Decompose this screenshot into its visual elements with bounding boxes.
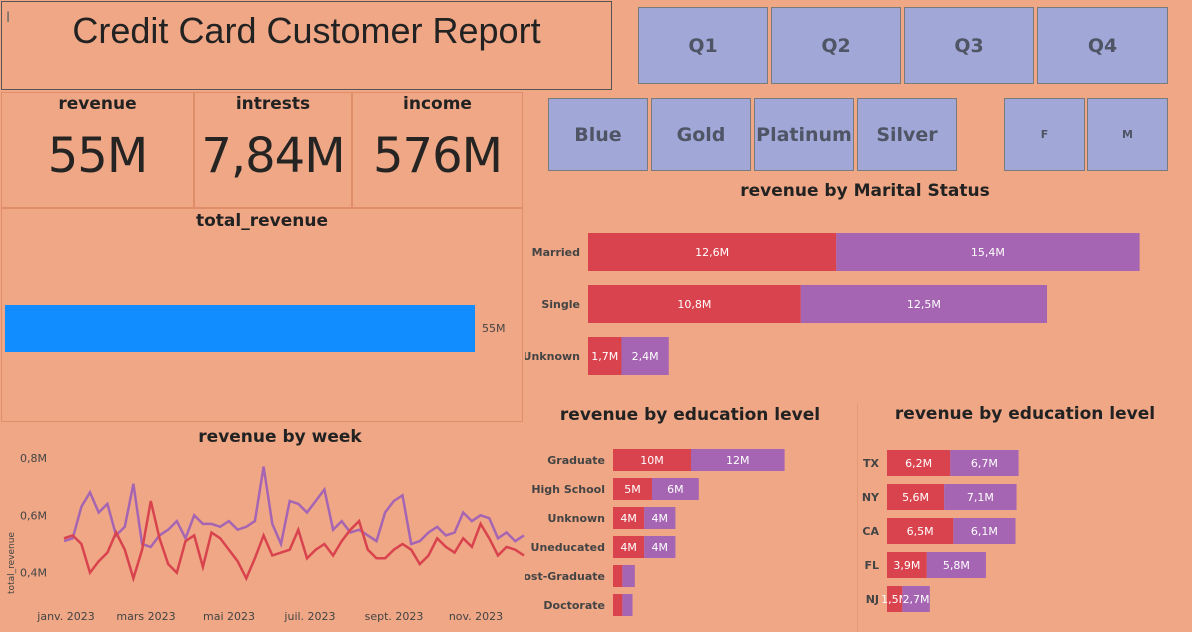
category-label: NY: [862, 491, 880, 504]
bar-data-label: 4M: [652, 512, 669, 525]
state-revenue-chart: TX 6,2M 6,7M NY 5,6M 7,1M CA 6,5M 6,1M FL 3,9M 5,8M…: [862, 450, 1019, 612]
bar-data-label: 5M: [624, 483, 641, 496]
bar-data-label: 6,1M: [971, 525, 998, 538]
bar-data-label: 6,2M: [905, 457, 932, 470]
category-label: CA: [862, 525, 879, 538]
slicer-f-button[interactable]: F: [1004, 98, 1085, 171]
kpi-interests-label: intrests: [235, 94, 311, 114]
slicer-gold-button[interactable]: Gold: [651, 98, 751, 171]
bar-segment-red[interactable]: [613, 594, 623, 616]
category-label: Post-Graduate: [525, 570, 605, 583]
bar-data-label: 10M: [640, 454, 664, 467]
bar-data-label: 6M: [667, 483, 684, 496]
category-label: Unknown: [525, 350, 580, 363]
bar-segment-purple[interactable]: [622, 565, 635, 587]
state-education-level-title: revenue by education level: [894, 404, 1156, 424]
category-label: Graduate: [547, 454, 605, 467]
slicer-m-button[interactable]: M: [1087, 98, 1168, 171]
bar-data-label: 12,6M: [695, 246, 729, 259]
kpi-income-value: 576M: [372, 128, 503, 184]
revenue-by-week-chart: total_revenue 0,8M 0,6M 0,4M janv. 2023 mar…: [7, 452, 525, 623]
bar-data-label: 5,6M: [902, 491, 929, 504]
bar-data-label: 12M: [726, 454, 750, 467]
bar-data-label: 1,7M: [591, 350, 618, 363]
category-label: NJ: [866, 593, 879, 606]
category-label: Uneducated: [531, 541, 605, 554]
x-tick-label: janv. 2023: [36, 610, 94, 623]
bar-data-label: 2,7M: [903, 593, 930, 606]
category-label: FL: [864, 559, 879, 572]
kpi-revenue-label: revenue: [58, 94, 137, 114]
slicer-q1-button[interactable]: Q1: [638, 7, 768, 84]
line-series-purple[interactable]: [63, 466, 525, 549]
bar-data-label: 12,5M: [907, 298, 941, 311]
x-tick-label: mai 2023: [203, 610, 255, 623]
kpi-income-label: income: [403, 94, 472, 114]
education-level-title: revenue by education level: [559, 405, 821, 425]
bar-data-label: 6,5M: [907, 525, 934, 538]
line-series-red[interactable]: [63, 500, 525, 583]
bar-data-label: 10,8M: [677, 298, 711, 311]
slicer-q2-button[interactable]: Q2: [771, 7, 901, 84]
total-revenue-data-label: 55M: [482, 322, 506, 335]
y-tick-label: 0,6M: [20, 509, 47, 522]
slicer-blue-button[interactable]: Blue: [548, 98, 648, 171]
bar-data-label: 5,8M: [943, 559, 970, 572]
bar-data-label: 4M: [620, 512, 637, 525]
slicer-platinum-button[interactable]: Platinum: [754, 98, 854, 171]
slicer-q3-button[interactable]: Q3: [904, 7, 1034, 84]
total-revenue-chart: 55M: [5, 305, 506, 352]
bar-data-label: 7,1M: [967, 491, 994, 504]
category-label: Unknown: [548, 512, 605, 525]
bar-segment-red[interactable]: [613, 565, 623, 587]
kpi-revenue-card: revenue 55M: [1, 92, 194, 208]
bar-data-label: 6,7M: [971, 457, 998, 470]
x-tick-label: nov. 2023: [449, 610, 503, 623]
report-title: Credit Card Customer Report: [1, 1, 612, 90]
kpi-revenue-value: 55M: [47, 128, 149, 184]
total-revenue-bar[interactable]: [5, 305, 475, 352]
education-level-chart: Graduate 10M 12M High School 5M 6M Unknown 4M 4M…: [525, 449, 785, 616]
category-label: Single: [541, 298, 580, 311]
x-tick-label: mars 2023: [116, 610, 175, 623]
category-label: TX: [863, 457, 880, 470]
bar-data-label: 15,4M: [971, 246, 1005, 259]
week-y-axis-title: total_revenue: [7, 532, 17, 594]
x-tick-label: juil. 2023: [283, 610, 335, 623]
bar-data-label: 4M: [620, 541, 637, 554]
bar-data-label: 4M: [652, 541, 669, 554]
marital-status-chart: Married 12,6M 15,4M Single 10,8M 12,5M Unknown…: [525, 233, 1140, 375]
category-label: Doctorate: [543, 599, 605, 612]
x-tick-label: sept. 2023: [365, 610, 424, 623]
report-title-text: Credit Card Customer Report: [72, 10, 541, 51]
bar-segment-purple[interactable]: [622, 594, 633, 616]
bar-data-label: 3,9M: [893, 559, 920, 572]
y-tick-label: 0,8M: [20, 452, 47, 465]
y-tick-label: 0,4M: [20, 567, 47, 580]
slicer-q4-button[interactable]: Q4: [1037, 7, 1168, 84]
marital-status-title: revenue by Marital Status: [740, 181, 990, 201]
kpi-interests-card: intrests 7,84M: [194, 92, 352, 208]
bar-data-label: 2,4M: [632, 350, 659, 363]
slicer-silver-button[interactable]: Silver: [857, 98, 957, 171]
total-revenue-title: total_revenue: [196, 211, 328, 231]
kpi-income-card: income 576M: [352, 92, 523, 208]
category-label: High School: [531, 483, 605, 496]
kpi-interests-value: 7,84M: [201, 128, 345, 184]
text-cursor-icon: I: [6, 10, 11, 26]
revenue-by-week-title: revenue by week: [198, 427, 362, 447]
category-label: Married: [532, 246, 580, 259]
